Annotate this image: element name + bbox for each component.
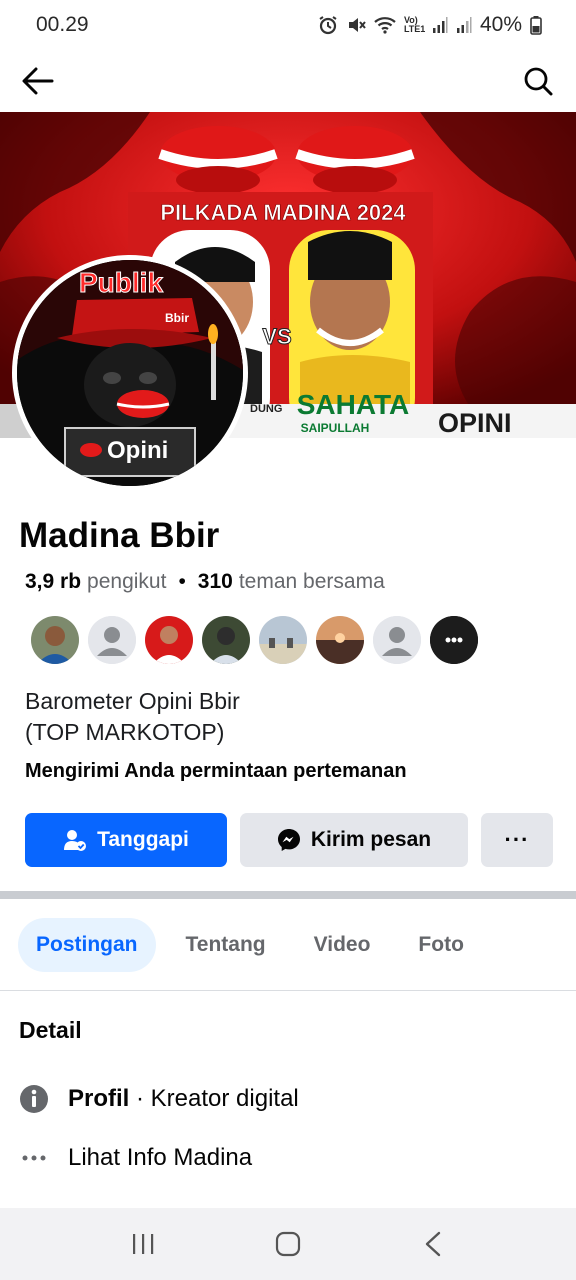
cover-headline: PILKADA MADINA 2024 xyxy=(160,200,406,225)
cover-right-name: SAHATA xyxy=(297,389,410,420)
tab-photos[interactable]: Foto xyxy=(400,918,481,972)
signal-2-icon xyxy=(456,17,472,33)
recent-apps-icon xyxy=(132,1234,153,1254)
system-back-button[interactable] xyxy=(403,1214,463,1274)
search-button[interactable] xyxy=(520,63,556,99)
search-icon xyxy=(524,67,553,96)
tab-about[interactable]: Tentang xyxy=(168,918,284,972)
more-friends-button[interactable] xyxy=(430,616,478,664)
send-message-label: Kirim pesan xyxy=(310,828,432,851)
mutual-friend-avatar[interactable] xyxy=(31,616,79,664)
signal-1-icon xyxy=(432,17,448,33)
tab-posts[interactable]: Postingan xyxy=(18,918,156,972)
alarm-icon xyxy=(319,16,337,35)
mutual-label[interactable]: teman bersama xyxy=(239,570,385,594)
mute-icon xyxy=(348,18,366,32)
ellipsis-icon xyxy=(19,1143,49,1173)
tabs-divider xyxy=(0,990,576,991)
send-message-button[interactable]: Kirim pesan xyxy=(240,813,468,867)
details-heading: Detail xyxy=(19,1017,82,1043)
cover-versus: VS xyxy=(262,324,291,349)
profile-category-row: Profil · Kreator digital xyxy=(19,1084,299,1114)
back-button[interactable] xyxy=(20,63,56,99)
more-options-button[interactable]: ··· xyxy=(481,813,553,867)
recent-apps-button[interactable] xyxy=(113,1214,173,1274)
chevron-left-icon xyxy=(426,1231,441,1257)
clock: 00.29 xyxy=(36,13,89,36)
mutual-friend-avatar[interactable] xyxy=(373,616,421,664)
mutual-friend-avatar[interactable] xyxy=(316,616,364,664)
respond-label: Tanggapi xyxy=(97,828,189,851)
mutual-friends-row xyxy=(31,616,478,664)
avatar-title: Publik xyxy=(79,267,163,298)
mutual-friend-avatar[interactable] xyxy=(145,616,193,664)
see-info-row[interactable]: Lihat Info Madina xyxy=(19,1143,252,1173)
home-button[interactable] xyxy=(258,1214,318,1274)
system-nav-bar xyxy=(0,1208,576,1280)
profile-tabs: Postingan Tentang Video Foto xyxy=(18,918,494,972)
stats-separator: • xyxy=(178,570,186,593)
avatar-sub: Bbir xyxy=(165,311,189,325)
friend-request-notice: Mengirimi Anda permintaan pertemanan xyxy=(25,760,407,782)
battery-icon xyxy=(530,16,542,35)
battery-text: 40% xyxy=(479,13,522,36)
more-options-label: ··· xyxy=(504,827,530,852)
messenger-icon xyxy=(277,829,300,851)
profile-bio: Barometer Opini Bbir (TOP MARKOTOP) xyxy=(25,686,240,748)
mutual-friend-avatar[interactable] xyxy=(88,616,136,664)
more-dots-icon xyxy=(430,616,478,664)
cover-right-subname: SAIPULLAH xyxy=(301,421,370,435)
profile-actions: Tanggapi Kirim pesan ··· xyxy=(25,813,553,867)
profile-category: · Kreator digital xyxy=(129,1085,299,1112)
info-icon xyxy=(19,1084,49,1114)
cover-banner-word: OPINI xyxy=(438,408,512,438)
mutual-count: 310 xyxy=(197,570,233,593)
see-info-label: Lihat Info Madina xyxy=(68,1144,253,1171)
network-label: Vo) LTE1 xyxy=(403,15,426,34)
avatar-logo-word: Opini xyxy=(107,437,168,464)
arrow-left-icon xyxy=(22,67,54,95)
respond-button[interactable]: Tanggapi xyxy=(25,813,227,867)
profile-name: Madina Bbir xyxy=(19,516,220,555)
home-icon xyxy=(275,1231,301,1257)
section-divider xyxy=(0,891,576,899)
status-bar: 00.29 Vo) LTE1 40% xyxy=(0,0,576,50)
profile-label: Profil xyxy=(68,1085,130,1112)
avatar-image: Publik Bbir Opini xyxy=(17,260,243,486)
profile-avatar[interactable]: Publik Bbir Opini xyxy=(12,255,248,491)
mutual-friend-avatar[interactable] xyxy=(259,616,307,664)
wifi-icon xyxy=(374,17,396,34)
followers-label[interactable]: pengikut xyxy=(87,570,166,594)
followers-count: 3,9 rb xyxy=(25,570,82,593)
status-icons: Vo) LTE1 40% xyxy=(318,13,542,37)
bio-line-1: Barometer Opini Bbir xyxy=(25,688,240,714)
mutual-friend-avatar[interactable] xyxy=(202,616,250,664)
tab-video[interactable]: Video xyxy=(296,918,389,972)
cover-left-fragment: DUNG xyxy=(250,403,282,415)
person-check-icon xyxy=(64,830,87,851)
profile-stats: 3,9 rb pengikut • 310 teman bersama xyxy=(25,570,385,594)
bio-line-2: (TOP MARKOTOP) xyxy=(25,719,225,745)
app-bar xyxy=(0,50,576,112)
